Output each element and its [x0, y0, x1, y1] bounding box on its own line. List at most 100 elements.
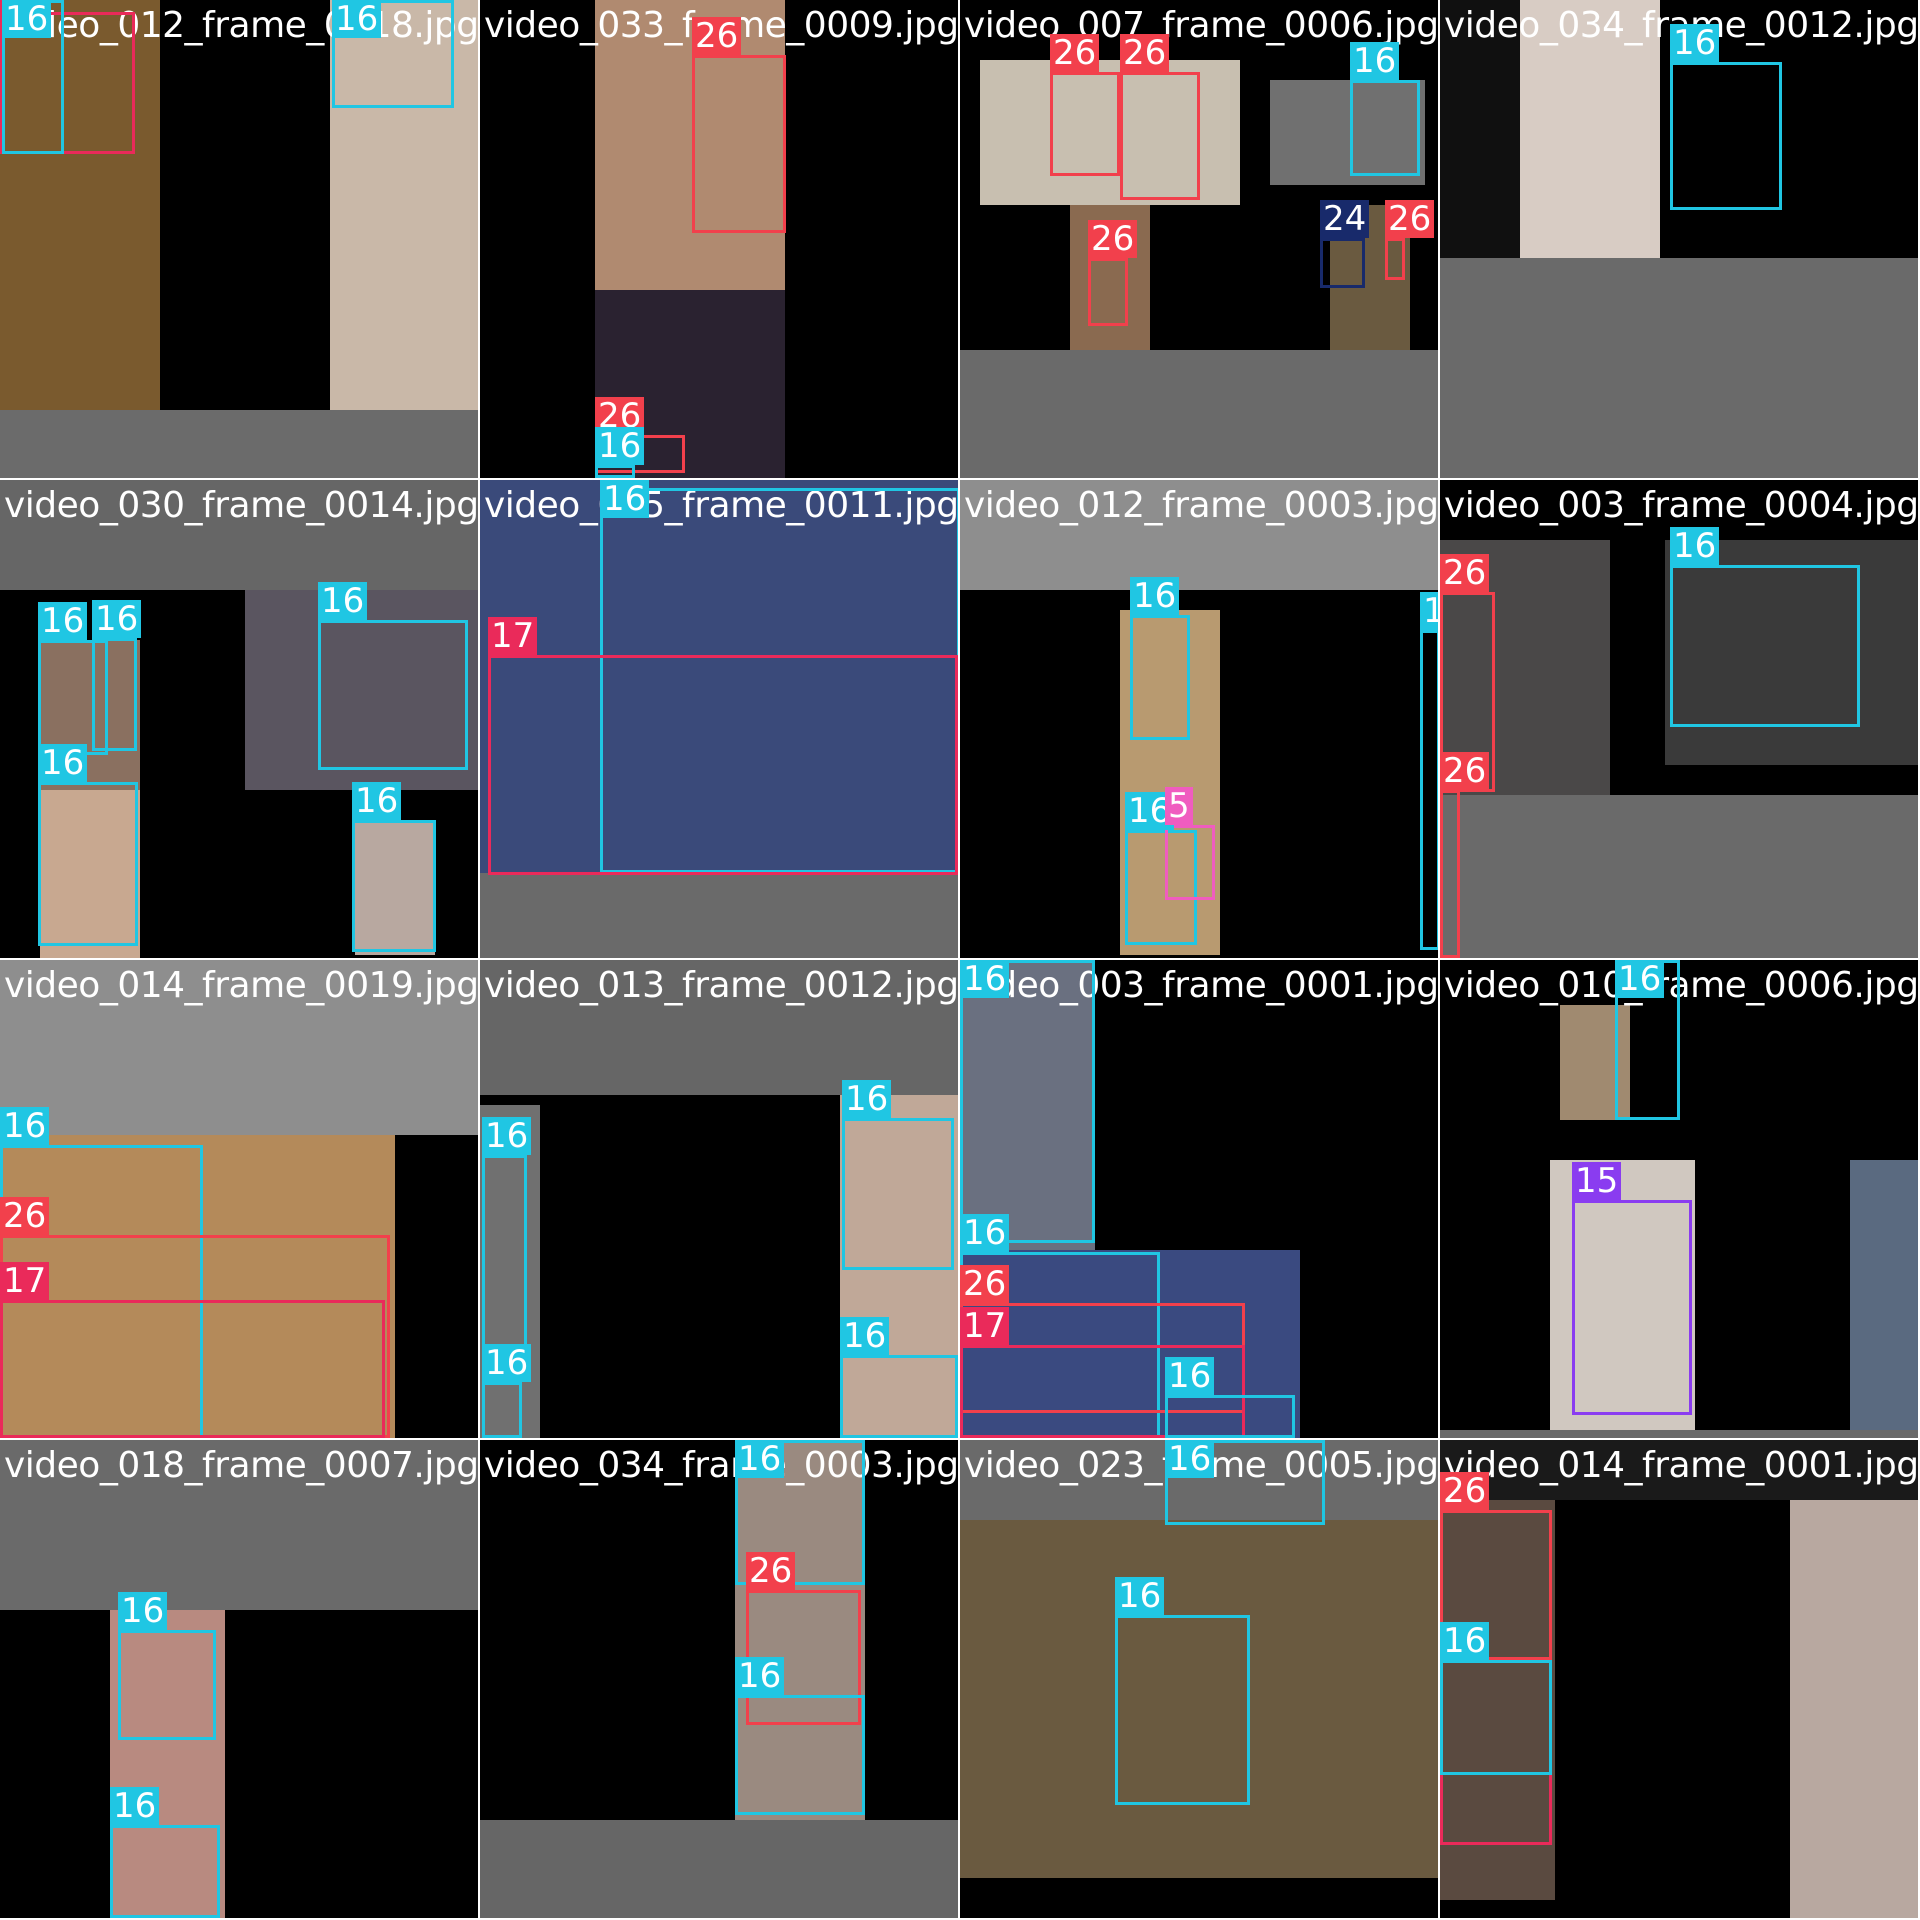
class-label: 26 [0, 1197, 50, 1235]
mosaic-tile: video_034_frame_0012.jpg16 [1440, 0, 1918, 478]
class-label: 16 [1670, 527, 1720, 565]
tile-filename: video_014_frame_0019.jpg [4, 965, 478, 1006]
tile-filename: video_010_frame_0006.jpg [1444, 965, 1918, 1006]
bounding-box [1440, 790, 1460, 958]
class-label: 16 [1670, 24, 1720, 62]
class-label: 16 [1130, 577, 1180, 615]
tile-filename: video_012_frame_0003.jpg [964, 485, 1438, 526]
mosaic-tile: video_003_frame_0001.jpg 16 16 26 17 16 [960, 960, 1438, 1438]
mosaic-grid: video_012_frame_0018.jpg171616video_033_… [0, 0, 1920, 1920]
mosaic-tile: video_007_frame_0006.jpg 26 26 16 26 24 26 [960, 0, 1438, 478]
tile-filename: video_018_frame_0007.jpg [4, 1445, 478, 1486]
tile-filename: video_030_frame_0014.jpg [4, 485, 478, 526]
bounding-box [1050, 72, 1120, 176]
bounding-box [1670, 62, 1782, 210]
mosaic-tile: video_023_frame_0005.jpg1616 [960, 1440, 1438, 1918]
bounding-box [1385, 238, 1405, 280]
class-label: 16 [110, 1787, 160, 1825]
tile-filename: video_014_frame_0001.jpg [1444, 1445, 1918, 1486]
mosaic-tile: video_013_frame_0012.jpg 16 16 16 16 [480, 960, 958, 1438]
class-label: 16 [1440, 1622, 1490, 1660]
bounding-box [110, 1825, 220, 1918]
bounding-box [1350, 80, 1420, 176]
bounding-box [38, 782, 138, 946]
padding-band [0, 410, 478, 478]
class-label: 16 [482, 1117, 532, 1155]
bounding-box [1165, 1395, 1295, 1438]
bounding-box [735, 1695, 865, 1815]
bounding-box [840, 1355, 958, 1438]
class-label: 16 [318, 582, 368, 620]
bounding-box [318, 620, 468, 770]
bounding-box [692, 55, 786, 233]
class-label: 26 [960, 1265, 1010, 1303]
padding-band [1440, 1430, 1918, 1438]
bounding-box [1670, 565, 1860, 727]
class-label: 16 [842, 1080, 892, 1118]
class-label: 26 [1440, 752, 1490, 790]
padding-band [480, 1820, 958, 1918]
class-label: 16 [38, 744, 88, 782]
mosaic-tile: video_030_frame_0014.jpg 16 16 16 16 16 [0, 480, 478, 958]
class-label: 17 [960, 1307, 1010, 1345]
class-label: 16 [332, 0, 382, 38]
class-label: 16 [1615, 960, 1665, 998]
mosaic-tile: video_012_frame_0018.jpg171616 [0, 0, 478, 478]
class-label: 16 [482, 1344, 532, 1382]
bounding-box [595, 465, 635, 478]
bounding-box [842, 1118, 954, 1270]
bounding-box [1115, 1615, 1250, 1805]
bounding-box [1130, 615, 1190, 740]
bounding-box [1572, 1200, 1692, 1415]
mosaic-tile: video_003_frame_0004.jpg 26 16 26 [1440, 480, 1918, 958]
bounding-box [960, 960, 1095, 1243]
class-label: 16 [2, 0, 52, 38]
class-label: 26 [1440, 1472, 1490, 1510]
class-label: 26 [1385, 200, 1435, 238]
mosaic-tile: video_033_frame_0009.jpg262616 [480, 0, 958, 478]
class-label: 26 [746, 1552, 796, 1590]
bounding-box [1165, 825, 1215, 900]
bounding-box [482, 1382, 522, 1438]
mosaic-tile: video_014_frame_0019.jpg 16 26 17 [0, 960, 478, 1438]
class-label: 16 [1420, 592, 1438, 630]
class-label: 16 [735, 1657, 785, 1695]
class-label: 26 [692, 17, 742, 55]
class-label: 16 [595, 427, 645, 465]
tile-filename: video_003_frame_0004.jpg [1444, 485, 1918, 526]
tile-filename: video_034_frame_0003.jpg [484, 1445, 958, 1486]
bounding-box [118, 1630, 216, 1740]
class-label: 26 [1120, 34, 1170, 72]
bounding-box [352, 820, 436, 952]
class-label: 26 [1440, 554, 1490, 592]
class-label: 26 [1088, 220, 1138, 258]
image-crop [1850, 1160, 1918, 1430]
class-label: 16 [1115, 1577, 1165, 1615]
class-label: 16 [960, 1214, 1010, 1252]
class-label: 16 [92, 600, 142, 638]
class-label: 15 [1572, 1162, 1622, 1200]
class-label: 16 [1350, 42, 1400, 80]
padding-band [480, 873, 958, 958]
mosaic-tile: video_014_frame_0001.jpg261716 [1440, 1440, 1918, 1918]
class-label: 16 [38, 602, 88, 640]
class-label: 5 [1165, 787, 1193, 825]
image-crop [1790, 1500, 1918, 1918]
class-label: 16 [118, 1592, 168, 1630]
class-label: 24 [1320, 200, 1370, 238]
mosaic-tile: video_018_frame_0007.jpg 16 16 [0, 1440, 478, 1918]
padding-band [960, 350, 1438, 478]
class-label: 16 [960, 960, 1010, 998]
class-label: 17 [0, 1262, 50, 1300]
bounding-box [1088, 258, 1128, 326]
mosaic-tile: video_012_frame_0003.jpg1616516 [960, 480, 1438, 958]
mosaic-tile: video_025_frame_0011.jpg 16 17 [480, 480, 958, 958]
bounding-box [488, 655, 958, 875]
bounding-box [1440, 1660, 1552, 1775]
class-label: 16 [735, 1440, 785, 1478]
mosaic-tile: video_010_frame_0006.jpg 16 15 [1440, 960, 1918, 1438]
bounding-box [1320, 238, 1365, 288]
bounding-box [0, 1300, 385, 1438]
mosaic-tile: video_034_frame_0003.jpg 16 26 16 [480, 1440, 958, 1918]
class-label: 26 [1050, 34, 1100, 72]
